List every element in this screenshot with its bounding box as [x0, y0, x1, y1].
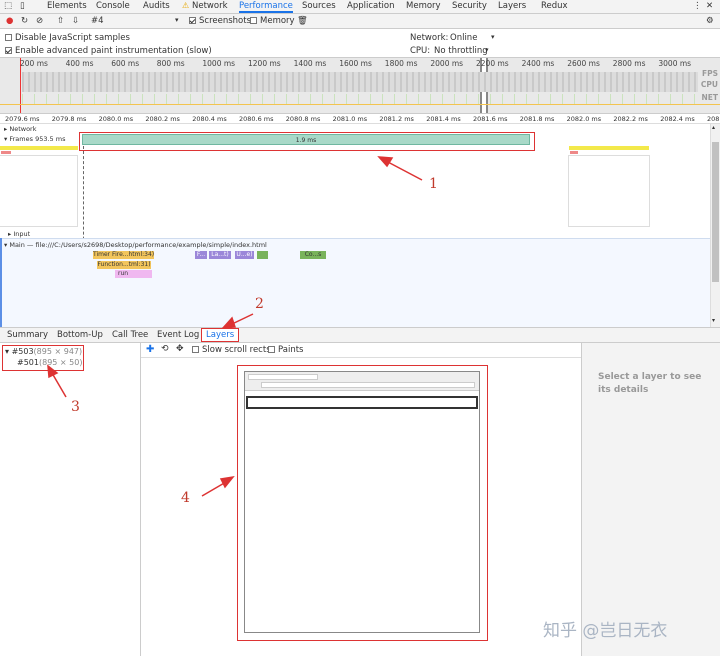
annotation-number-1: 1: [429, 176, 438, 192]
annotation-number-3: 3: [71, 399, 80, 415]
annotation-number-4: 4: [181, 490, 190, 506]
watermark: 知乎 @岂日无衣: [543, 621, 668, 641]
annotation-arrows: [47, 156, 423, 497]
annotation-number-2: 2: [255, 296, 264, 312]
